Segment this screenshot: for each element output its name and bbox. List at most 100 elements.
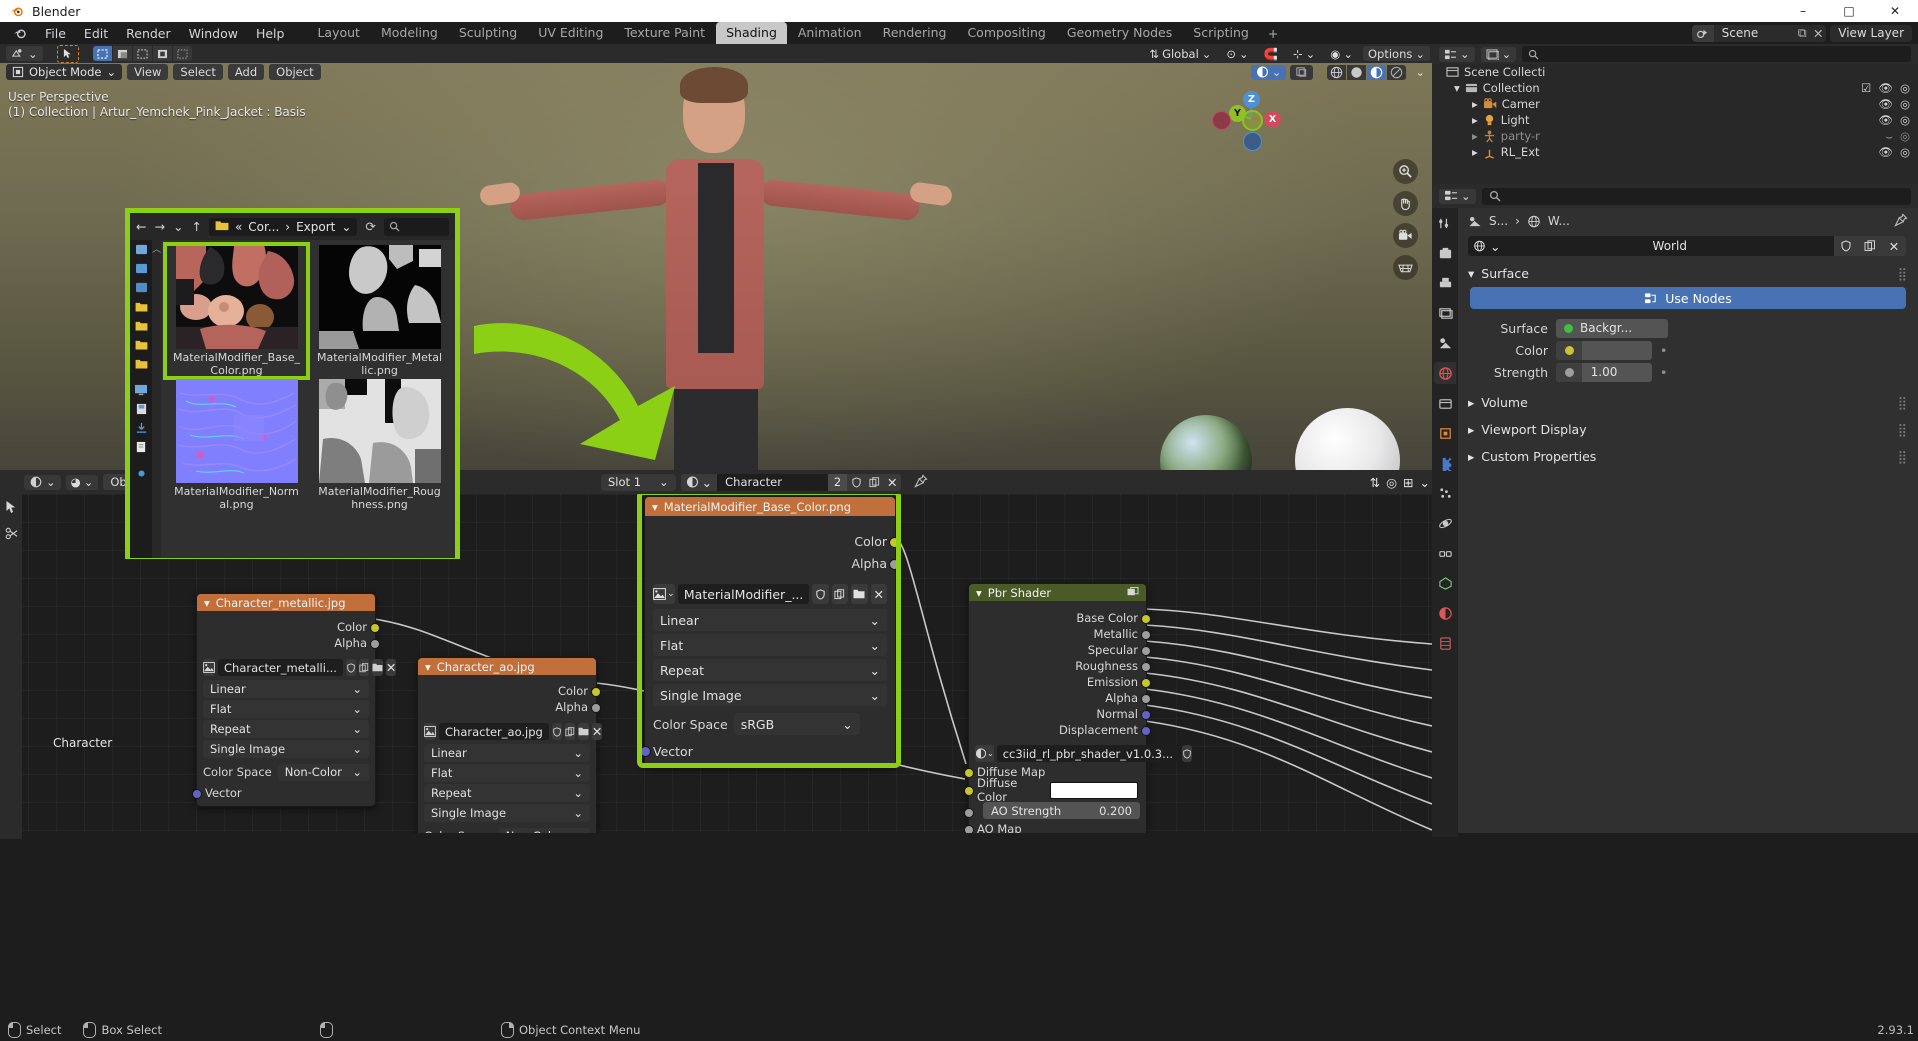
open-image-folder-icon[interactable] — [371, 659, 383, 676]
tab-scripting[interactable]: Scripting — [1183, 22, 1259, 44]
shader-editor-type-selector[interactable]: ⌄ — [24, 474, 61, 490]
fake-user-shield-icon[interactable] — [551, 723, 562, 740]
collapse-triangle-icon[interactable]: ▾ — [425, 660, 431, 674]
tab-output[interactable] — [1434, 272, 1456, 294]
panel-drag-handle[interactable]: ⣿ — [1898, 449, 1908, 464]
tab-compositing[interactable]: Compositing — [957, 22, 1055, 44]
socket-diffuse-color[interactable] — [964, 786, 974, 796]
node-output-normal[interactable]: Normal — [969, 706, 1151, 722]
socket-specular[interactable] — [1141, 646, 1151, 656]
shading-options-dropdown[interactable]: ⌄ — [1410, 65, 1430, 80]
animate-property-dot[interactable]: • — [1660, 343, 1667, 358]
shader-type-dropdown[interactable]: ◕ ⌄ — [65, 474, 99, 490]
camera-render-icon[interactable]: ◎ — [1900, 97, 1910, 111]
disclosure-triangle-icon[interactable]: ▸ — [1472, 145, 1478, 159]
animate-property-dot[interactable]: • — [1660, 365, 1667, 380]
outliner-row-light[interactable]: ▸ Light 👁 ◎ — [1432, 112, 1918, 128]
ao-strength-slider[interactable]: AO Strength 0.200 — [983, 802, 1140, 819]
file-browser-path[interactable]: « Cor... › Export ⌄ — [208, 217, 358, 236]
socket-displacement[interactable] — [1141, 726, 1151, 736]
gizmo-axis-neg-x[interactable] — [1212, 111, 1231, 130]
select-extend-button[interactable] — [112, 46, 132, 61]
socket-emission[interactable] — [1141, 678, 1151, 688]
tab-physics[interactable] — [1434, 512, 1456, 534]
viewport-menu-add[interactable]: Add — [227, 64, 265, 80]
interpolation-dropdown-ao[interactable]: Linear ⌄ — [424, 744, 590, 762]
outliner-display-mode-dropdown[interactable]: ⌄ — [1480, 46, 1517, 62]
material-name-field[interactable]: Character — [717, 473, 828, 491]
strength-socket-button[interactable] — [1556, 362, 1582, 382]
socket-alpha[interactable] — [370, 639, 380, 649]
sidebar-download-icon[interactable] — [135, 422, 148, 437]
unlink-material-icon[interactable]: ✕ — [883, 473, 902, 491]
material-slot-dropdown[interactable]: Slot 1 ⌄ — [601, 473, 676, 491]
tab-add-workspace[interactable]: + — [1260, 23, 1286, 44]
grid-snap-icon[interactable]: ⊞ — [1403, 475, 1413, 490]
file-item-roughness[interactable]: MaterialModifier_Roughness.png — [309, 379, 450, 511]
surface-dropdown[interactable]: Backgr... — [1556, 318, 1668, 338]
select-invert-button[interactable] — [152, 46, 172, 61]
node-overlay-icon[interactable]: ◎ — [1386, 475, 1397, 490]
outliner-editor[interactable]: ⌄ ⌄ Scene Collecti ▾ Collection ☑ 👁 ◎ ▸ … — [1432, 44, 1918, 184]
node-header-pbr[interactable]: ▾ Pbr Shader — [969, 584, 1146, 601]
viewport-shading-icon[interactable]: ⌄ — [1250, 64, 1287, 80]
socket-color[interactable] — [370, 623, 380, 633]
node-output-metallic[interactable]: Metallic — [969, 626, 1151, 642]
properties-search-input[interactable] — [1481, 187, 1911, 205]
tab-collection[interactable] — [1434, 392, 1456, 414]
view-layer-selector[interactable]: View Layer — [1830, 24, 1912, 42]
collapse-triangle-icon[interactable]: ▾ — [652, 500, 658, 514]
duplicate-image-icon[interactable] — [564, 723, 575, 740]
viewport-options-button[interactable]: Options ⌄ — [1362, 46, 1430, 61]
parent-dir-icon[interactable]: ↑ — [191, 219, 201, 234]
eye-icon[interactable]: 👁 — [1878, 97, 1893, 111]
node-input-vector-metallic[interactable]: Vector — [192, 784, 375, 806]
colorspace-dropdown-metallic[interactable]: Non-Color ⌄ — [277, 763, 369, 781]
socket-color[interactable] — [591, 687, 601, 697]
pivot-point-dropdown[interactable]: ⊙ ⌄ — [1221, 46, 1253, 61]
source-dropdown-metallic[interactable]: Single Image ⌄ — [203, 740, 369, 758]
scene-new-icon[interactable]: ⧉ — [1794, 25, 1810, 41]
tab-shading[interactable]: Shading — [716, 22, 787, 44]
node-output-displacement[interactable]: Displacement — [969, 722, 1151, 738]
back-icon[interactable]: ← — [136, 219, 146, 234]
file-item-base-color[interactable]: MaterialModifier_Base_Color.png — [163, 242, 310, 380]
material-browse-dropdown[interactable]: ⌄ — [680, 473, 718, 491]
tab-material[interactable] — [1434, 602, 1456, 624]
path-part-1[interactable]: Cor... — [248, 220, 279, 234]
image-browse-icon[interactable] — [424, 723, 436, 740]
disclosure-triangle-icon[interactable]: ▾ — [1454, 81, 1460, 95]
node-input-vector-base[interactable]: Vector — [640, 739, 895, 767]
socket-metallic[interactable] — [1141, 630, 1151, 640]
forward-icon[interactable]: → — [154, 219, 164, 234]
file-item-metallic[interactable]: MaterialModifier_Metallic.png — [309, 245, 450, 377]
panel-drag-handle[interactable]: ⣿ — [1898, 422, 1908, 437]
camera-render-icon[interactable]: ◎ — [1900, 81, 1910, 95]
disclosure-triangle-icon[interactable]: ▸ — [1472, 97, 1478, 111]
node-character-metallic[interactable]: ▾ Character_metallic.jpg Color Alpha Cha… — [192, 593, 397, 807]
disclosure-triangle-icon[interactable]: ▸ — [1468, 422, 1474, 437]
tab-animation[interactable]: Animation — [788, 22, 872, 44]
outliner-row-rl-ext[interactable]: ▸ RL_Ext 👁 ◎ — [1432, 144, 1918, 160]
node-output-alpha-ao[interactable]: Alpha — [418, 699, 601, 715]
node-output-alpha-base[interactable]: Alpha — [645, 552, 900, 574]
node-output-specular[interactable]: Specular — [969, 642, 1151, 658]
material-users-count[interactable]: 2 — [827, 473, 848, 491]
scene-selector[interactable]: Scene ⧉ ✕ — [1691, 24, 1827, 42]
outliner-row-party[interactable]: ▸ party-r ⌣ ◎ — [1432, 128, 1918, 144]
image-browse-icon[interactable]: ⌄ — [653, 584, 675, 604]
unlink-image-icon[interactable]: ✕ — [591, 723, 603, 740]
shading-solid-button[interactable] — [1347, 64, 1367, 80]
navigation-gizmo[interactable]: Z Y X — [1212, 88, 1282, 151]
socket-alpha[interactable] — [1141, 694, 1151, 704]
node-character-ao[interactable]: ▾ Character_ao.jpg Color Alpha Character… — [417, 657, 603, 833]
camera-render-icon[interactable]: ◎ — [1900, 145, 1910, 159]
node-group-browse-icon[interactable]: ⌄ — [975, 745, 994, 762]
socket-ao-map[interactable] — [964, 825, 974, 833]
node-group-name-field[interactable]: cc3iid_rl_pbr_shader_v1.0.3... — [996, 745, 1180, 762]
node-input-ao-map[interactable]: AO Map — [964, 821, 1146, 833]
link-cut-tool-icon[interactable] — [5, 527, 18, 543]
unlink-image-icon[interactable]: ✕ — [870, 584, 887, 604]
disclosure-triangle-icon[interactable]: ▸ — [1472, 113, 1478, 127]
colorspace-dropdown-base[interactable]: sRGB ⌄ — [733, 713, 860, 735]
